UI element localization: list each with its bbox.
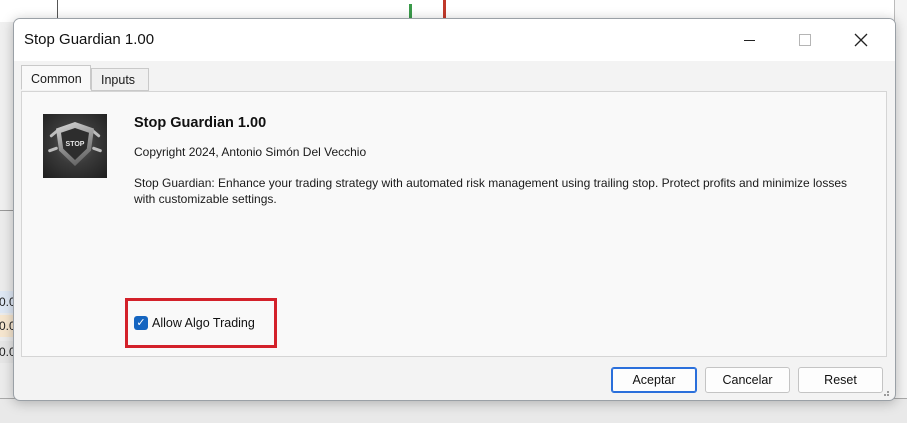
common-tab-panel: STOP Stop Guardian 1.00 Copyright 2024, …: [21, 91, 887, 357]
close-button[interactable]: [833, 19, 889, 61]
background-statusbar: [0, 398, 907, 423]
ea-name: Stop Guardian 1.00: [134, 115, 267, 131]
minimize-button[interactable]: [721, 19, 777, 61]
logo-leaf: [47, 146, 59, 153]
cancel-button[interactable]: Cancelar: [705, 367, 790, 393]
maximize-button[interactable]: [777, 19, 833, 61]
highlight-box: [125, 298, 277, 348]
background-table: 0.0 0.0 0.0: [0, 210, 14, 423]
chart-candle: [409, 4, 412, 19]
tab-common[interactable]: Common: [21, 65, 91, 90]
logo-text: STOP: [65, 141, 85, 148]
reset-button[interactable]: Reset: [798, 367, 883, 393]
maximize-icon: [799, 34, 811, 46]
resize-grip-icon[interactable]: [880, 391, 890, 397]
ea-properties-dialog: Stop Guardian 1.00 Common Inputs STOP St…: [13, 18, 896, 401]
accept-button[interactable]: Aceptar: [611, 367, 697, 393]
background-cell: 0.0: [0, 315, 13, 337]
chart-border: [57, 0, 58, 20]
ea-description: Stop Guardian: Enhance your trading stra…: [134, 176, 848, 206]
chart-candle: [443, 0, 446, 19]
background-cell: 0.0: [0, 341, 13, 363]
close-icon: [854, 33, 868, 47]
tab-inputs[interactable]: Inputs: [91, 68, 149, 91]
ea-logo: STOP: [43, 114, 107, 178]
dialog-title: Stop Guardian 1.00: [24, 31, 155, 48]
minimize-icon: [743, 39, 755, 41]
logo-leaf: [91, 146, 103, 153]
titlebar[interactable]: Stop Guardian 1.00: [14, 19, 895, 61]
ea-copyright: Copyright 2024, Antonio Simón Del Vecchi…: [134, 145, 367, 159]
background-cell: 0.0: [0, 291, 13, 313]
